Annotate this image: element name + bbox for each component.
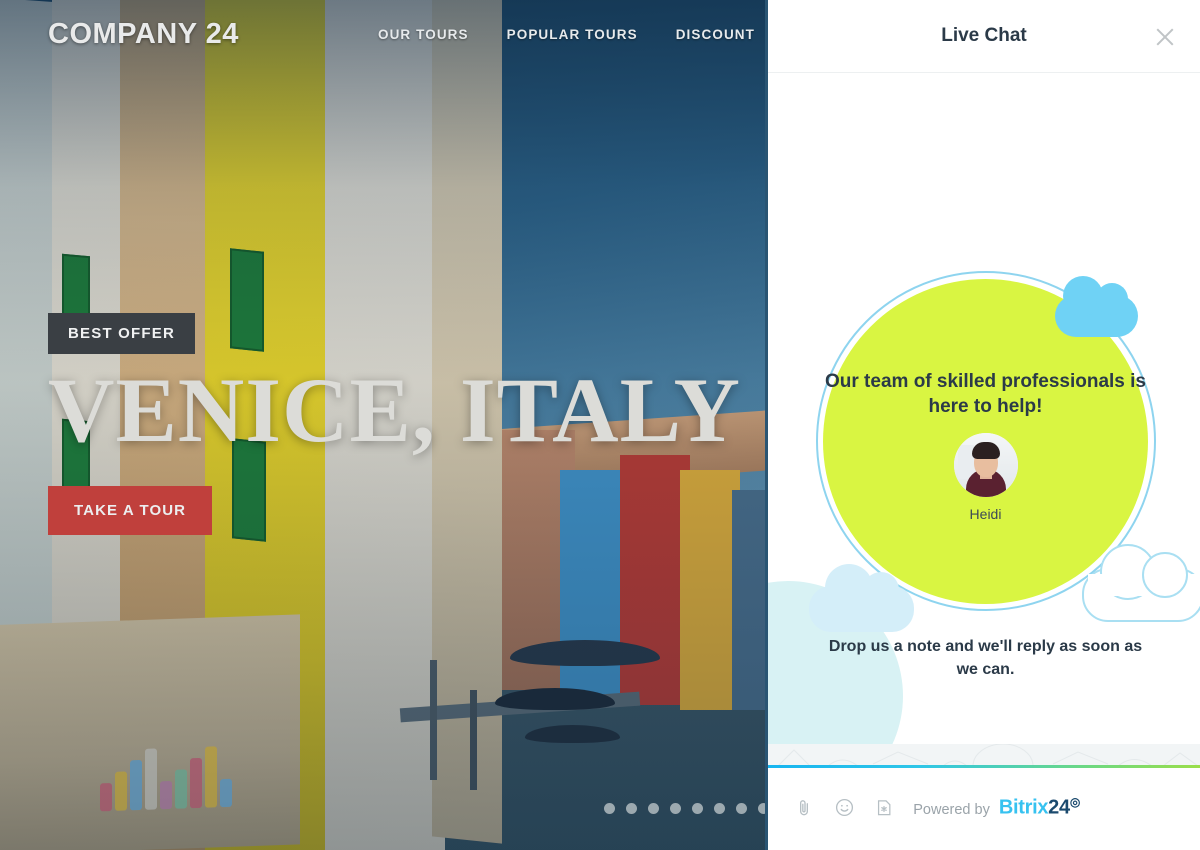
carousel-dot-4[interactable] (670, 803, 681, 814)
carousel-dot-6[interactable] (714, 803, 725, 814)
footer-texture-band (768, 744, 1200, 766)
carousel-dot-5[interactable] (692, 803, 703, 814)
powered-by-bitrix24[interactable]: Powered by Bitrix24◎ (913, 795, 1178, 820)
website-hero-section: COMPANY 24 OUR TOURS POPULAR TOURS DISCO… (0, 0, 765, 850)
carousel-dots (604, 803, 765, 814)
main-navigation: OUR TOURS POPULAR TOURS DISCOUNT (378, 27, 755, 42)
take-a-tour-button[interactable]: TAKE A TOUR (48, 485, 213, 535)
avatar (953, 433, 1018, 498)
chat-input-tools (790, 794, 898, 822)
chat-welcome-body: Our team of skilled professionals is her… (768, 73, 1200, 765)
powered-by-label: Powered by (913, 801, 990, 818)
footer-accent-line (768, 765, 1200, 768)
page-root: COMPANY 24 OUR TOURS POPULAR TOURS DISCO… (0, 0, 1200, 850)
carousel-dot-7[interactable] (736, 803, 747, 814)
cloud-icon (1055, 276, 1138, 337)
welcome-message: Our team of skilled professionals is her… (823, 369, 1148, 522)
brand-part-2: 24 (1048, 796, 1070, 819)
hero-content: BEST OFFER VENICE, ITALY TAKE A TOUR (48, 313, 741, 535)
operator-name: Heidi (969, 506, 1002, 523)
live-chat-panel: Live Chat Our team of skilled profession… (765, 0, 1200, 850)
chat-title: Live Chat (941, 25, 1027, 46)
chat-header: Live Chat (768, 0, 1200, 73)
best-offer-badge: BEST OFFER (48, 313, 196, 354)
nav-item-our-tours[interactable]: OUR TOURS (378, 27, 469, 42)
site-topbar: COMPANY 24 OUR TOURS POPULAR TOURS DISCO… (0, 0, 765, 68)
close-icon[interactable] (1152, 24, 1178, 50)
attach-icon[interactable] (790, 794, 818, 822)
hero-title: VENICE, ITALY (48, 359, 741, 461)
bitrix24-logo: Bitrix24◎ (999, 795, 1080, 820)
file-icon[interactable] (870, 794, 898, 822)
welcome-heading: Our team of skilled professionals is her… (825, 371, 1146, 418)
chat-footer: Powered by Bitrix24◎ (768, 744, 1200, 850)
carousel-dot-8[interactable] (758, 803, 765, 814)
cloud-icon (1082, 544, 1200, 622)
brand-mark: ◎ (1069, 795, 1080, 810)
carousel-dot-1[interactable] (604, 803, 615, 814)
brand-part-1: Bitrix (998, 796, 1049, 819)
welcome-subtext: Drop us a note and we'll reply as soon a… (828, 638, 1143, 678)
site-logo[interactable]: COMPANY 24 (48, 18, 239, 51)
carousel-dot-2[interactable] (626, 803, 637, 814)
cloud-icon (809, 564, 914, 632)
carousel-dot-3[interactable] (648, 803, 659, 814)
nav-item-discount[interactable]: DISCOUNT (676, 27, 755, 42)
nav-item-popular-tours[interactable]: POPULAR TOURS (507, 27, 638, 42)
emoji-icon[interactable] (830, 794, 858, 822)
